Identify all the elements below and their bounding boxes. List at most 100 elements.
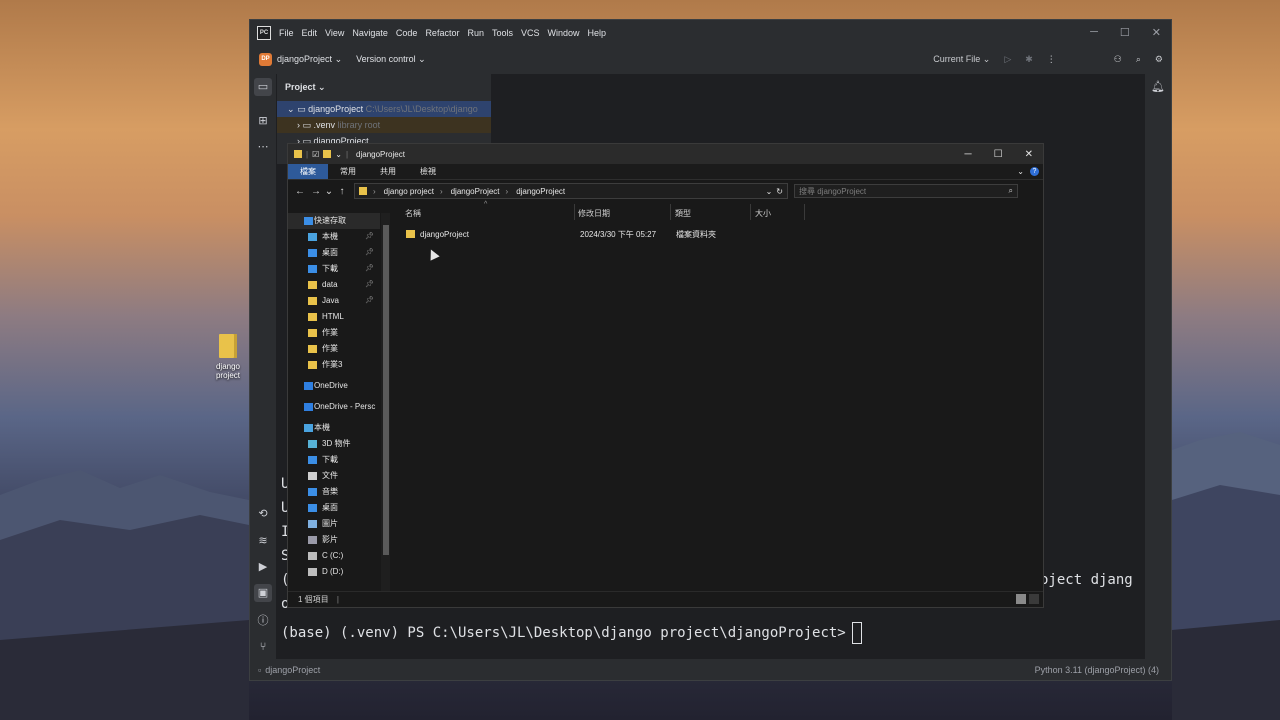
tab-share[interactable]: 共用	[368, 164, 408, 179]
column-size[interactable]: 大小	[755, 208, 771, 219]
menu-vcs[interactable]: VCS	[521, 28, 540, 38]
close-icon[interactable]: ✕	[1025, 149, 1033, 160]
menu-navigate[interactable]: Navigate	[352, 28, 388, 38]
more-tools-icon[interactable]: ⋯	[256, 140, 270, 154]
nav-item[interactable]: 作業3	[288, 357, 380, 373]
chevron-right-icon[interactable]: ›	[506, 187, 509, 196]
menu-edit[interactable]: Edit	[302, 28, 318, 38]
debug-icon[interactable]: ✱	[1025, 54, 1033, 65]
column-divider[interactable]	[750, 204, 751, 220]
chevron-down-icon[interactable]: ⌄	[335, 150, 342, 159]
column-divider[interactable]	[574, 204, 575, 220]
breadcrumb-item[interactable]: djangoProject	[451, 187, 500, 196]
pin-icon[interactable]: 📌︎	[365, 261, 374, 277]
search-icon[interactable]: ⌕	[1136, 54, 1141, 65]
nav-item[interactable]: 下載 📌︎	[288, 261, 380, 277]
menu-view[interactable]: View	[325, 28, 344, 38]
expand-ribbon-icon[interactable]: ⌄	[1017, 167, 1024, 176]
tree-row-venv[interactable]: › ▭ .venv library root	[277, 117, 491, 133]
nav-item[interactable]: D (D:)	[288, 564, 380, 580]
minimize-icon[interactable]: ─	[1090, 26, 1098, 39]
nav-item[interactable]: OneDrive - Persc	[288, 399, 380, 415]
maximize-icon[interactable]: ☐	[1120, 26, 1130, 39]
nav-item[interactable]: 下載	[288, 452, 380, 468]
nav-item[interactable]: 音樂	[288, 484, 380, 500]
nav-item[interactable]: data 📌︎	[288, 277, 380, 293]
properties-icon[interactable]: ☑	[312, 150, 319, 159]
terminal-icon[interactable]: ▣	[254, 584, 272, 602]
close-icon[interactable]: ✕	[1152, 26, 1161, 39]
nav-item[interactable]: 作業	[288, 341, 380, 357]
file-row[interactable]: djangoProject 2024/3/30 下午 05:27 檔案資料夾	[402, 227, 722, 242]
maximize-icon[interactable]: ☐	[994, 149, 1003, 160]
status-interpreter[interactable]: Python 3.11 (djangoProject) (4)	[1035, 665, 1159, 675]
column-divider[interactable]	[804, 204, 805, 220]
menu-window[interactable]: Window	[548, 28, 580, 38]
status-project[interactable]: djangoProject	[265, 665, 320, 675]
refresh-icon[interactable]: ↻	[776, 187, 783, 196]
nav-item[interactable]: C (C:)	[288, 548, 380, 564]
new-folder-icon[interactable]	[323, 150, 332, 158]
python-packages-icon[interactable]: ⟲	[256, 507, 270, 521]
tab-home[interactable]: 常用	[328, 164, 368, 179]
terminal-cursor[interactable]	[851, 622, 862, 644]
nav-item[interactable]: 圖片	[288, 516, 380, 532]
pin-icon[interactable]: 📌︎	[365, 293, 374, 309]
project-panel-title[interactable]: Project	[285, 82, 316, 92]
project-selector[interactable]: djangoProject ⌄	[277, 54, 342, 65]
breadcrumb-item[interactable]: django project	[384, 187, 434, 196]
nav-item[interactable]: 本機 📌︎	[288, 229, 380, 245]
menu-help[interactable]: Help	[588, 28, 607, 38]
menu-code[interactable]: Code	[396, 28, 418, 38]
help-icon[interactable]: ?	[1030, 167, 1039, 176]
large-icons-view-icon[interactable]	[1029, 594, 1039, 604]
menu-file[interactable]: File	[279, 28, 294, 38]
tab-view[interactable]: 檢視	[408, 164, 448, 179]
address-bar[interactable]: › django project › djangoProject › djang…	[354, 183, 788, 199]
menu-refactor[interactable]: Refactor	[425, 28, 459, 38]
run-config-selector[interactable]: Current File ⌄	[933, 54, 990, 65]
tab-file[interactable]: 檔案	[288, 164, 328, 179]
nav-item[interactable]: HTML	[288, 309, 380, 325]
forward-icon[interactable]: →	[308, 186, 324, 197]
column-name[interactable]: 名稱	[405, 208, 421, 219]
version-control-selector[interactable]: Version control ⌄	[356, 54, 426, 65]
chevron-right-icon[interactable]: ›	[373, 187, 376, 196]
breadcrumb-item[interactable]: djangoProject	[516, 187, 565, 196]
nav-item[interactable]: 文件	[288, 468, 380, 484]
more-icon[interactable]: ⋮	[1047, 54, 1056, 65]
git-icon[interactable]: ⑂	[256, 640, 270, 654]
pin-icon[interactable]: 📌︎	[365, 245, 374, 261]
tree-row-root[interactable]: ⌄ ▭ djangoProject C:\Users\JL\Desktop\dj…	[277, 101, 491, 117]
column-type[interactable]: 類型	[675, 208, 691, 219]
nav-item[interactable]: 桌面	[288, 500, 380, 516]
chevron-right-icon[interactable]: ›	[440, 187, 443, 196]
pycharm-logo-icon[interactable]: PC	[257, 25, 271, 40]
nav-item[interactable]: 影片	[288, 532, 380, 548]
structure-icon[interactable]: ⊞	[256, 114, 270, 128]
chevron-down-icon[interactable]: ⌄	[766, 187, 773, 196]
nav-item[interactable]: 本機	[288, 420, 380, 436]
search-input[interactable]: 搜尋 djangoProject ⌕	[794, 184, 1018, 198]
nav-item[interactable]: 桌面 📌︎	[288, 245, 380, 261]
pin-icon[interactable]: 📌︎	[365, 277, 374, 293]
nav-item[interactable]: 3D 物件	[288, 436, 380, 452]
project-folder-icon[interactable]: ▭	[254, 78, 272, 96]
up-icon[interactable]: ↑	[334, 186, 350, 197]
nav-scrollbar[interactable]	[381, 213, 390, 593]
problems-icon[interactable]: ⓘ	[256, 614, 270, 628]
recent-locations-icon[interactable]: ⌄	[324, 186, 334, 197]
chevron-down-icon[interactable]: ⌄	[318, 82, 326, 92]
services-icon[interactable]: ▶	[256, 560, 270, 574]
minimize-icon[interactable]: ─	[965, 149, 972, 160]
search-icon[interactable]: ⌕	[1009, 186, 1013, 196]
column-divider[interactable]	[670, 204, 671, 220]
nav-item[interactable]: 快速存取	[288, 213, 380, 229]
pin-icon[interactable]: 📌︎	[365, 229, 374, 245]
menu-tools[interactable]: Tools	[492, 28, 513, 38]
back-icon[interactable]: ←	[292, 186, 308, 197]
desktop-folder-shortcut[interactable]: django project	[211, 334, 245, 380]
add-user-icon[interactable]: ⚇	[1114, 54, 1122, 65]
menu-run[interactable]: Run	[467, 28, 484, 38]
run-icon[interactable]: ▷	[1004, 54, 1011, 65]
